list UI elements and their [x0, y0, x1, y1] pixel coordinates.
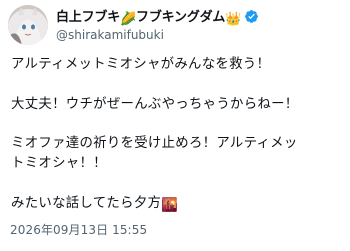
tweet-timestamp[interactable]: 2026年09月13日 15:55 [10, 222, 147, 238]
corn-emoji: 🌽 [120, 11, 137, 27]
display-name-text: 白上フブキ [56, 9, 121, 25]
tweet-line: 大丈夫！ウチがぜーんぶやっちゃうからねー！ [11, 96, 299, 112]
tweet-line: トミオシャ！！ [11, 155, 107, 171]
author-handle[interactable]: @shirakamifubuki [56, 26, 342, 44]
tweet-line: アルティメットミオシャがみんなを救う！ [11, 57, 271, 72]
sunset-emoji: 🌇 [161, 197, 179, 213]
crown-emoji: 👑 [225, 11, 242, 27]
tweet-text: アルティメットミオシャがみんなを救う！ 大丈夫！ウチがぜーんぶやっちゃうからねー… [11, 55, 347, 213]
display-name-suffix: フブキングダム [136, 9, 226, 25]
display-name[interactable]: 白上フブキ🌽フブキングダム👑 [56, 6, 241, 27]
tweet-header: 白上フブキ🌽フブキングダム👑 @shirakamifubuki [56, 6, 342, 44]
tweet-line-last: みたいな話してたら夕方🌇 [11, 194, 347, 214]
tweet-card: 白上フブキ🌽フブキングダム👑 @shirakamifubuki アルティメットミ… [0, 0, 350, 251]
avatar[interactable] [8, 5, 48, 45]
verified-badge-icon [245, 9, 259, 23]
name-row: 白上フブキ🌽フブキングダム👑 [56, 6, 342, 27]
tweet-line: ミオファ達の祈りを受け止めろ！アルティメッ [11, 136, 298, 152]
tweet-line-text: みたいな話してたら夕方 [11, 195, 162, 211]
avatar-image [8, 5, 48, 45]
